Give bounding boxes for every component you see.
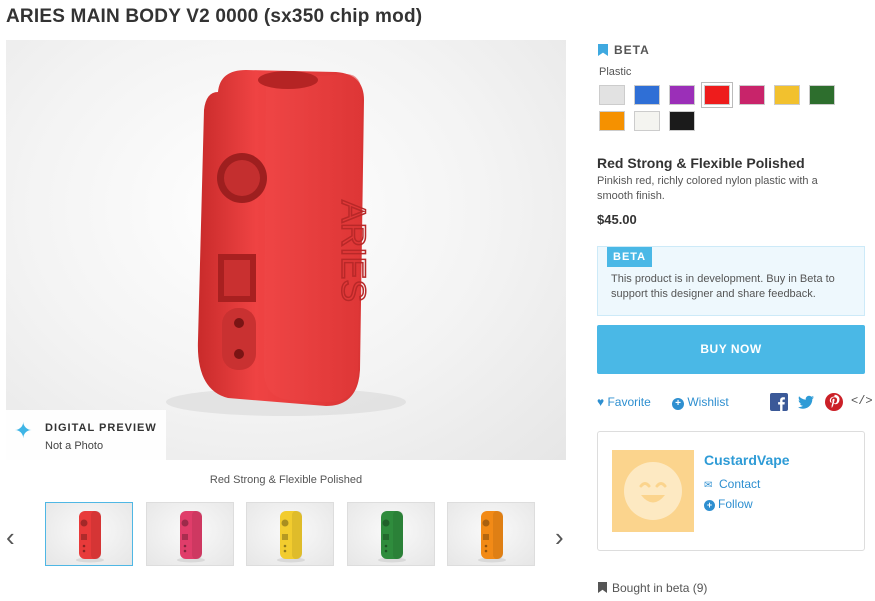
sparkle-icon: ✦ xyxy=(14,418,33,443)
prev-arrow-icon[interactable]: ‹ xyxy=(6,524,15,550)
plus-circle-icon: + xyxy=(704,500,715,511)
product-description: Pinkish red, richly colored nylon plasti… xyxy=(597,175,818,202)
buy-now-button[interactable]: BUY NOW xyxy=(597,325,865,374)
thumbnail-2[interactable] xyxy=(145,502,234,566)
wishlist-label: Wishlist xyxy=(687,395,729,409)
next-arrow-icon[interactable]: › xyxy=(555,524,564,550)
thumbnail-4[interactable] xyxy=(346,502,435,566)
product-name: Red Strong & Flexible Polished xyxy=(597,155,805,171)
facebook-icon[interactable] xyxy=(770,393,788,411)
swatch-yellow[interactable] xyxy=(774,85,800,105)
preview-title: DIGITAL PREVIEW xyxy=(45,422,157,434)
swatch-blue[interactable] xyxy=(634,85,660,105)
bought-count: Bought in beta (9) xyxy=(598,581,707,595)
designer-avatar[interactable] xyxy=(612,450,694,532)
material-label: Plastic xyxy=(599,66,632,78)
beta-notice: BETA This product is in development. Buy… xyxy=(597,246,865,316)
swatch-pink[interactable] xyxy=(739,85,765,105)
wishlist-button[interactable]: + Wishlist xyxy=(672,395,729,410)
thumbnail-render xyxy=(76,511,104,563)
follow-link[interactable]: + Follow xyxy=(704,497,753,511)
bought-label: Bought in beta (9) xyxy=(612,581,708,595)
thumbnail-render xyxy=(277,511,305,563)
thumbnail-render xyxy=(478,511,506,563)
swatch-orange[interactable] xyxy=(599,111,625,131)
swatch-red[interactable] xyxy=(702,83,732,107)
beta-heading: BETA xyxy=(598,43,650,57)
envelope-icon: ✉ xyxy=(704,480,713,491)
designer-card: CustardVape ✉ Contact + Follow xyxy=(597,431,865,551)
preview-subtitle: Not a Photo xyxy=(45,440,104,452)
price: $45.00 xyxy=(597,212,637,227)
thumbnail-1[interactable] xyxy=(45,502,133,566)
swatch-green[interactable] xyxy=(809,85,835,105)
pinterest-icon[interactable] xyxy=(825,393,843,411)
thumbnail-5[interactable] xyxy=(447,502,535,566)
swatch-purple[interactable] xyxy=(669,85,695,105)
thumbnail-render xyxy=(176,511,205,563)
beta-notice-text: This product is in development. Buy in B… xyxy=(611,273,835,300)
contact-label: Contact xyxy=(719,477,761,491)
bookmark-icon xyxy=(598,44,608,56)
page-title: ARIES MAIN BODY V2 0000 (sx350 chip mod) xyxy=(6,6,423,27)
product-render: ARIES xyxy=(166,70,406,416)
contact-link[interactable]: ✉ Contact xyxy=(704,477,760,491)
twitter-icon[interactable] xyxy=(797,393,815,411)
model-engraving: ARIES xyxy=(334,200,372,302)
favorite-label: Favorite xyxy=(607,395,651,409)
swatch-white[interactable] xyxy=(599,85,625,105)
image-caption: Red Strong & Flexible Polished xyxy=(209,474,363,486)
thumbnail-render xyxy=(377,511,406,563)
bookmark-icon xyxy=(598,582,607,593)
digital-preview-badge: ✦ DIGITAL PREVIEW Not a Photo xyxy=(6,410,166,460)
favorite-button[interactable]: ♥ Favorite xyxy=(597,395,651,409)
follow-label: Follow xyxy=(718,497,753,511)
beta-heading-label: BETA xyxy=(614,43,650,57)
swatch-polished-white[interactable] xyxy=(634,111,660,131)
embed-code-icon[interactable]: </> xyxy=(851,394,875,412)
designer-name[interactable]: CustardVape xyxy=(704,452,790,468)
thumbnail-3[interactable] xyxy=(246,502,334,566)
heart-icon: ♥ xyxy=(597,395,605,409)
plus-circle-icon: + xyxy=(672,398,684,410)
beta-tag: BETA xyxy=(607,247,653,267)
main-product-image[interactable]: ARIES ✦ DIGITAL PREVIEW Not a Photo xyxy=(6,40,566,460)
swatch-black[interactable] xyxy=(669,111,695,131)
